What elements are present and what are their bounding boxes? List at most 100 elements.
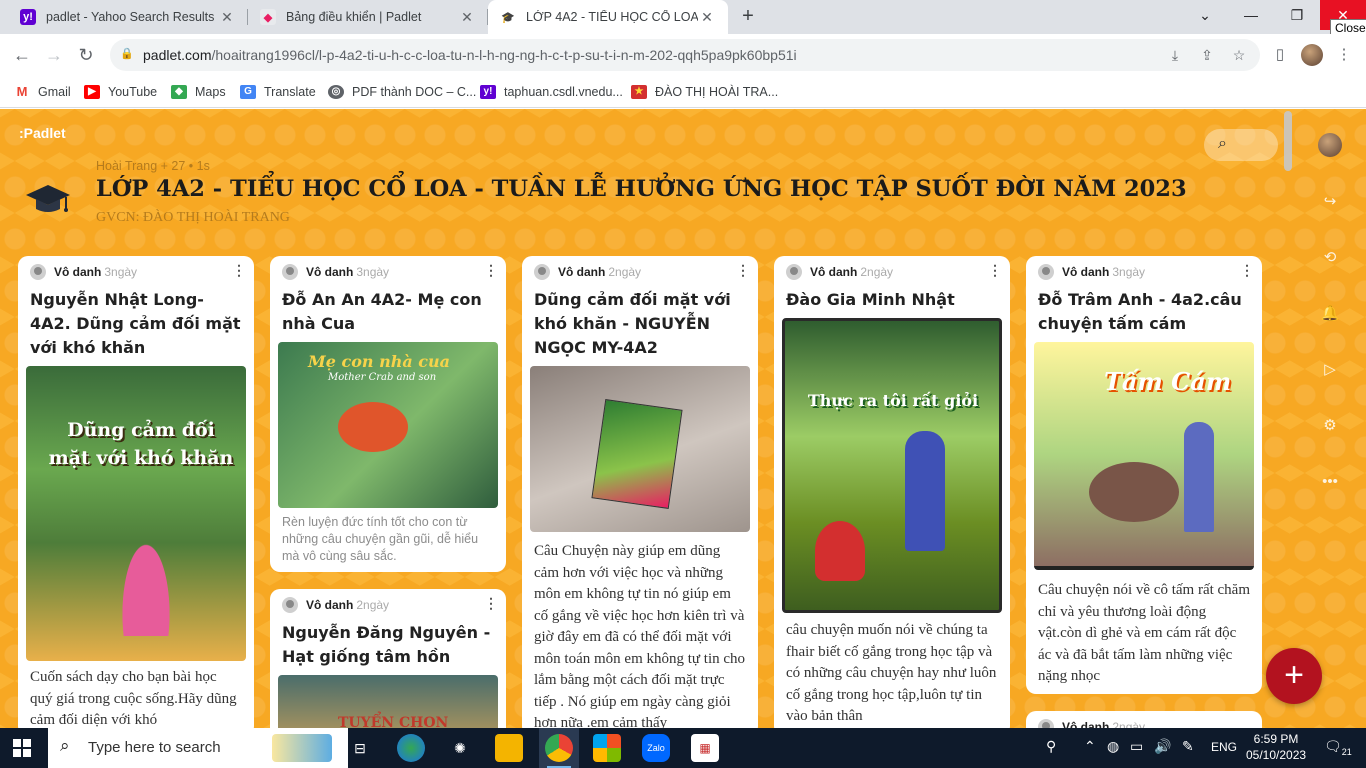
app-grid-icon[interactable]: ▦ xyxy=(691,734,719,762)
padlet-search-button[interactable]: ⌕ xyxy=(1204,129,1278,161)
share-icon[interactable]: ↪ xyxy=(1317,189,1343,215)
post-card[interactable]: Vô danh 3ngày ⋮ Nguyễn Nhật Long-4A2. Dũ… xyxy=(18,256,254,728)
file-explorer-icon[interactable] xyxy=(495,734,523,762)
bookmark-gmail[interactable]: M Gmail xyxy=(14,83,71,101)
post-meta: Vô danh 2ngày xyxy=(1038,719,1145,728)
bookmark-label: taphuan.csdl.vnedu... xyxy=(504,85,623,99)
post-menu-icon[interactable]: ⋮ xyxy=(232,262,246,279)
profile-avatar[interactable] xyxy=(1301,44,1323,66)
menu-kebab-icon[interactable]: ⋮ xyxy=(1334,45,1354,65)
post-meta: Vô danh 3ngày xyxy=(30,264,137,280)
user-avatar[interactable] xyxy=(1318,133,1342,157)
bookmark-maps[interactable]: ◆ Maps xyxy=(171,83,226,101)
minimize-button[interactable]: — xyxy=(1228,0,1274,30)
notification-center-icon[interactable]: 🗨21 xyxy=(1324,738,1352,757)
youtube-icon: ▶ xyxy=(84,85,100,99)
notification-count: 21 xyxy=(1341,746,1352,757)
graduation-cap-icon: 🎓 xyxy=(501,11,515,24)
post-card[interactable]: Vô danh 3ngày ⋮ Đỗ An An 4A2- Mẹ con nhà… xyxy=(270,256,506,572)
maps-icon: ◆ xyxy=(171,85,187,99)
post-time: 2ngày xyxy=(356,598,390,612)
anonymous-avatar-icon xyxy=(282,597,298,613)
post-menu-icon[interactable]: ⋮ xyxy=(736,262,750,279)
zalo-icon[interactable]: Zalo xyxy=(642,734,670,762)
network-icon[interactable]: ◍ xyxy=(1107,738,1119,755)
battery-icon[interactable]: ▭ xyxy=(1130,738,1143,755)
remake-icon[interactable]: ⟲ xyxy=(1317,245,1343,271)
post-card[interactable]: Vô danh 2ngày ⋮ Nguyễn Đăng Nguyên - Hạt… xyxy=(270,589,506,728)
padlet-logo[interactable]: :Padlet xyxy=(19,125,66,141)
tray-chevron-icon[interactable]: ⌃ xyxy=(1084,738,1096,755)
bookmark-taphuan[interactable]: y! taphuan.csdl.vnedu... xyxy=(480,83,623,101)
anonymous-avatar-icon xyxy=(1038,719,1054,728)
bookmark-star-icon[interactable]: ☆ xyxy=(1230,46,1248,64)
settings-gear-icon[interactable]: ⚙ xyxy=(1317,413,1343,439)
settings-sun-icon[interactable]: ✺ xyxy=(446,734,474,762)
post-menu-icon[interactable]: ⋮ xyxy=(1240,262,1254,279)
post-image[interactable]: Tấm Cám xyxy=(1034,342,1254,570)
bookmark-translate[interactable]: G Translate xyxy=(240,83,316,101)
post-title: Nguyễn Đăng Nguyên - Hạt giống tâm hồn xyxy=(282,623,491,666)
forward-icon[interactable]: → xyxy=(42,43,66,67)
taskbar-search-box[interactable]: ⌕ Type here to search xyxy=(48,728,348,768)
post-card[interactable]: Vô danh 3ngày ⋮ Đỗ Trâm Anh - 4a2.câu ch… xyxy=(1026,256,1262,694)
url-text: padlet.com/hoaitrang1996cl/l-p-4a2-ti-u-… xyxy=(143,47,797,63)
tab-padlet-board[interactable]: 🎓 LỚP 4A2 - TIỂU HỌC CỔ LOA - T ✕ xyxy=(488,0,728,34)
tab-close-icon[interactable]: ✕ xyxy=(458,9,476,26)
post-menu-icon[interactable]: ⋮ xyxy=(484,595,498,612)
clock-date: 05/10/2023 xyxy=(1246,748,1307,762)
pen-icon[interactable]: ✎ xyxy=(1182,738,1194,755)
post-time: 3ngày xyxy=(104,265,138,279)
edge-icon[interactable] xyxy=(397,734,425,762)
tab-search-chevron-icon[interactable]: ⌄ xyxy=(1182,0,1228,30)
search-icon: ⌕ xyxy=(1218,135,1227,152)
slideshow-icon[interactable]: ▷ xyxy=(1317,357,1343,383)
post-author: Vô danh xyxy=(306,598,354,612)
post-author: Vô danh xyxy=(306,265,354,279)
add-post-button[interactable]: + xyxy=(1266,648,1322,704)
cover-title: Dũng cảm đối mặt với khó khăn xyxy=(48,419,234,469)
chrome-icon[interactable] xyxy=(545,734,573,762)
people-icon[interactable]: ⚲ xyxy=(1046,738,1056,755)
padlet-icon: ◆ xyxy=(260,9,276,25)
tab-close-icon[interactable]: ✕ xyxy=(218,9,236,26)
post-card[interactable]: Vô danh 2ngày ⋮ Đào Gia Minh Nhật Thực r… xyxy=(774,256,1010,728)
post-menu-icon[interactable]: ⋮ xyxy=(484,262,498,279)
post-card[interactable]: Vô danh 2ngày xyxy=(1026,711,1262,728)
post-menu-icon[interactable]: ⋮ xyxy=(988,262,1002,279)
tab-yahoo[interactable]: y! padlet - Yahoo Search Results ✕ xyxy=(8,0,248,34)
share-icon[interactable]: ⇪ xyxy=(1198,46,1216,64)
post-image[interactable]: Dũng cảm đối mặt với khó khăn xyxy=(26,366,246,661)
taskbar-clock[interactable]: 6:59 PM 05/10/2023 xyxy=(1246,731,1306,763)
scrollbar-thumb[interactable] xyxy=(1284,111,1292,171)
bell-icon[interactable]: 🔔 xyxy=(1317,301,1343,327)
tab-padlet-dashboard[interactable]: ◆ Bảng điều khiển | Padlet ✕ xyxy=(248,0,488,34)
bookmark-hoaitrang[interactable]: ★ ĐÀO THỊ HOÀI TRA... xyxy=(631,83,778,101)
new-tab-button[interactable]: + xyxy=(736,5,760,29)
post-image[interactable]: Thực ra tôi rất giỏi xyxy=(782,318,1002,613)
post-author: Vô danh xyxy=(558,265,606,279)
restore-button[interactable]: ❐ xyxy=(1274,0,1320,30)
reload-icon[interactable]: ↻ xyxy=(74,43,98,67)
side-panel-icon[interactable]: ▯ xyxy=(1270,45,1290,65)
bookmarks-bar: M Gmail ▶ YouTube ◆ Maps G Translate ◎ P… xyxy=(0,76,1366,108)
bookmark-youtube[interactable]: ▶ YouTube xyxy=(84,83,157,101)
volume-icon[interactable]: 🔊 xyxy=(1154,738,1171,755)
post-title: Đỗ Trâm Anh - 4a2.câu chuyện tấm cám xyxy=(1038,290,1242,333)
microsoft-store-icon[interactable] xyxy=(593,734,621,762)
language-indicator[interactable]: ENG xyxy=(1211,740,1237,754)
graduation-cap-icon xyxy=(26,185,70,212)
post-image[interactable]: Mẹ con nhà cua Mother Crab and son xyxy=(278,342,498,508)
post-card[interactable]: Vô danh 2ngày ⋮ Dũng cảm đối mặt với khó… xyxy=(522,256,758,728)
install-icon[interactable]: ⤓ xyxy=(1166,46,1184,64)
windows-start-icon[interactable] xyxy=(13,739,31,757)
bookmark-pdf[interactable]: ◎ PDF thành DOC – C... xyxy=(328,83,476,101)
post-image[interactable] xyxy=(530,366,750,532)
address-bar[interactable]: 🔒 padlet.com/hoaitrang1996cl/l-p-4a2-ti-… xyxy=(110,39,1260,71)
board-subtitle: GVCN: ĐÀO THỊ HOÀI TRANG xyxy=(96,210,290,225)
tab-close-icon[interactable]: ✕ xyxy=(698,9,716,26)
more-icon[interactable]: ••• xyxy=(1317,469,1343,495)
post-image[interactable]: TUYỂN CHỌN xyxy=(278,675,498,728)
task-view-icon[interactable]: ⊟ xyxy=(346,734,374,762)
back-icon[interactable]: ← xyxy=(10,43,34,67)
